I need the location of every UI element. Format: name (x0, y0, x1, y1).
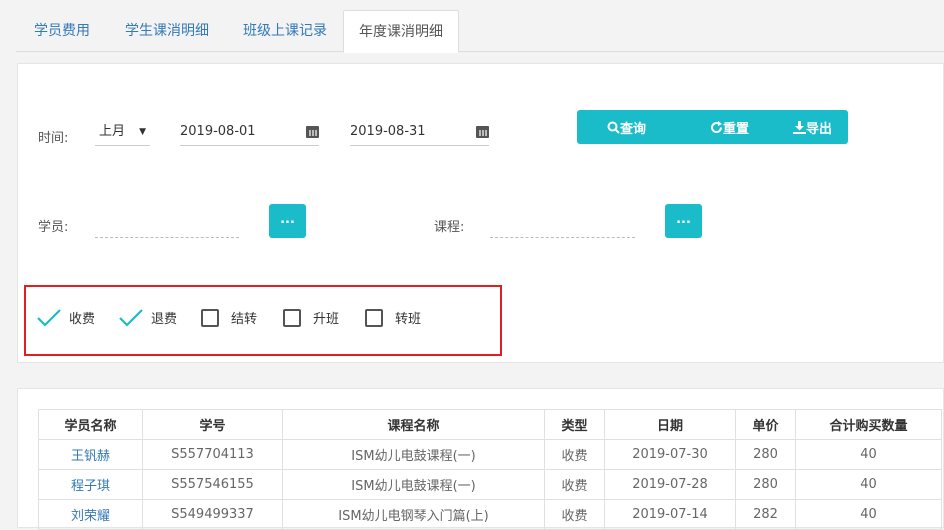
student-id-cell: S557704113 (142, 439, 283, 470)
tab-bar: 学员费用 学生课消明细 班级上课记录 年度课消明细 (16, 10, 944, 53)
type-cell: 收费 (544, 499, 605, 530)
column-header[interactable]: 学号 (142, 409, 283, 440)
checkbox-box[interactable] (365, 308, 383, 327)
download-icon (793, 121, 806, 134)
date-cell: 2019-07-14 (604, 499, 736, 530)
course-name-cell: ISM幼儿电鼓课程(一) (282, 469, 545, 500)
export-button[interactable]: 导出 (793, 118, 832, 137)
student-label: 学员: (38, 220, 69, 235)
checkbox-box[interactable] (283, 308, 301, 327)
calendar-icon[interactable] (476, 126, 489, 138)
student-name-link[interactable]: 刘荣耀 (38, 499, 143, 530)
highlight-box (24, 285, 502, 356)
total-quantity-cell: 40 (795, 469, 942, 500)
column-header[interactable]: 课程名称 (282, 409, 545, 440)
student-input[interactable] (95, 212, 239, 238)
total-quantity-cell: 40 (795, 439, 942, 470)
results-table: 学员名称 学号 课程名称 类型 日期 单价 合计购买数量 王钒赫 S557704… (38, 409, 942, 530)
table-row: 王钒赫 S557704113 ISM幼儿电鼓课程(一) 收费 2019-07-3… (38, 439, 942, 470)
search-icon (607, 121, 620, 134)
tab-student-fees[interactable]: 学员费用 (16, 10, 108, 52)
checkbox-charge-label: 收费 (69, 312, 96, 327)
student-name-link[interactable]: 王钒赫 (38, 439, 143, 470)
course-input[interactable] (490, 212, 635, 238)
checkbox-transfer-class[interactable]: 转班 (365, 308, 421, 327)
checkbox-carryover-label: 结转 (231, 312, 258, 327)
export-button-label: 导出 (806, 122, 833, 137)
table-row: 刘荣耀 S549499337 ISM幼儿电钢琴入门篇(上) 收费 2019-07… (38, 499, 942, 530)
checkbox-upgrade-class-label: 升班 (313, 312, 340, 327)
column-header[interactable]: 合计购买数量 (795, 409, 942, 440)
period-select-value: 上月 (99, 124, 126, 139)
column-header[interactable]: 单价 (735, 409, 796, 440)
tab-annual-consumption-detail[interactable]: 年度课消明细 (343, 10, 459, 53)
unit-price-cell: 282 (735, 499, 796, 530)
checkbox-refund[interactable]: 退费 (119, 308, 177, 327)
refresh-icon (711, 121, 723, 134)
checkbox-refund-label: 退费 (151, 312, 178, 327)
table-header-row: 学员名称 学号 课程名称 类型 日期 单价 合计购买数量 (38, 409, 942, 440)
reset-button-label: 重置 (723, 122, 750, 137)
start-date-input[interactable]: 2019-08-01 (180, 120, 319, 146)
checkbox-upgrade-class[interactable]: 升班 (283, 308, 339, 327)
unit-price-cell: 280 (735, 439, 796, 470)
end-date-value: 2019-08-31 (350, 124, 426, 139)
date-cell: 2019-07-28 (604, 469, 736, 500)
tab-student-consumption-detail[interactable]: 学生课消明细 (108, 10, 226, 52)
date-cell: 2019-07-30 (604, 439, 736, 470)
query-button[interactable]: 查询 (607, 118, 646, 137)
query-button-label: 查询 (620, 122, 647, 137)
time-label: 时间: (38, 131, 69, 146)
calendar-icon[interactable] (306, 126, 319, 138)
course-picker-button[interactable]: ... (665, 204, 702, 238)
type-cell: 收费 (544, 439, 605, 470)
unit-price-cell: 280 (735, 469, 796, 500)
student-picker-button[interactable]: ... (269, 204, 306, 238)
checkbox-charge[interactable]: 收费 (37, 308, 95, 327)
table-row: 程子琪 S557546155 ISM幼儿电鼓课程(一) 收费 2019-07-2… (38, 469, 942, 500)
type-cell: 收费 (544, 469, 605, 500)
checkbox-carryover[interactable]: 结转 (201, 308, 257, 327)
caret-down-icon: ▼ (139, 127, 146, 137)
student-name-link[interactable]: 程子琪 (38, 469, 143, 500)
end-date-input[interactable]: 2019-08-31 (350, 120, 489, 146)
check-icon (37, 308, 61, 327)
reset-button[interactable]: 重置 (710, 118, 749, 137)
total-quantity-cell: 40 (795, 499, 942, 530)
tab-class-attendance-record[interactable]: 班级上课记录 (226, 10, 344, 52)
column-header[interactable]: 学员名称 (38, 409, 143, 440)
student-id-cell: S557546155 (142, 469, 283, 500)
column-header[interactable]: 日期 (604, 409, 736, 440)
course-name-cell: ISM幼儿电鼓课程(一) (282, 439, 545, 470)
check-icon (119, 308, 143, 327)
student-id-cell: S549499337 (142, 499, 283, 530)
course-name-cell: ISM幼儿电钢琴入门篇(上) (282, 499, 545, 530)
checkbox-transfer-class-label: 转班 (395, 312, 422, 327)
start-date-value: 2019-08-01 (180, 124, 256, 139)
checkbox-box[interactable] (201, 308, 219, 327)
action-button-group: 查询 重置 导出 (577, 110, 848, 144)
period-select[interactable]: 上月 ▼ (95, 120, 150, 146)
column-header[interactable]: 类型 (544, 409, 605, 440)
course-label: 课程: (434, 220, 465, 235)
